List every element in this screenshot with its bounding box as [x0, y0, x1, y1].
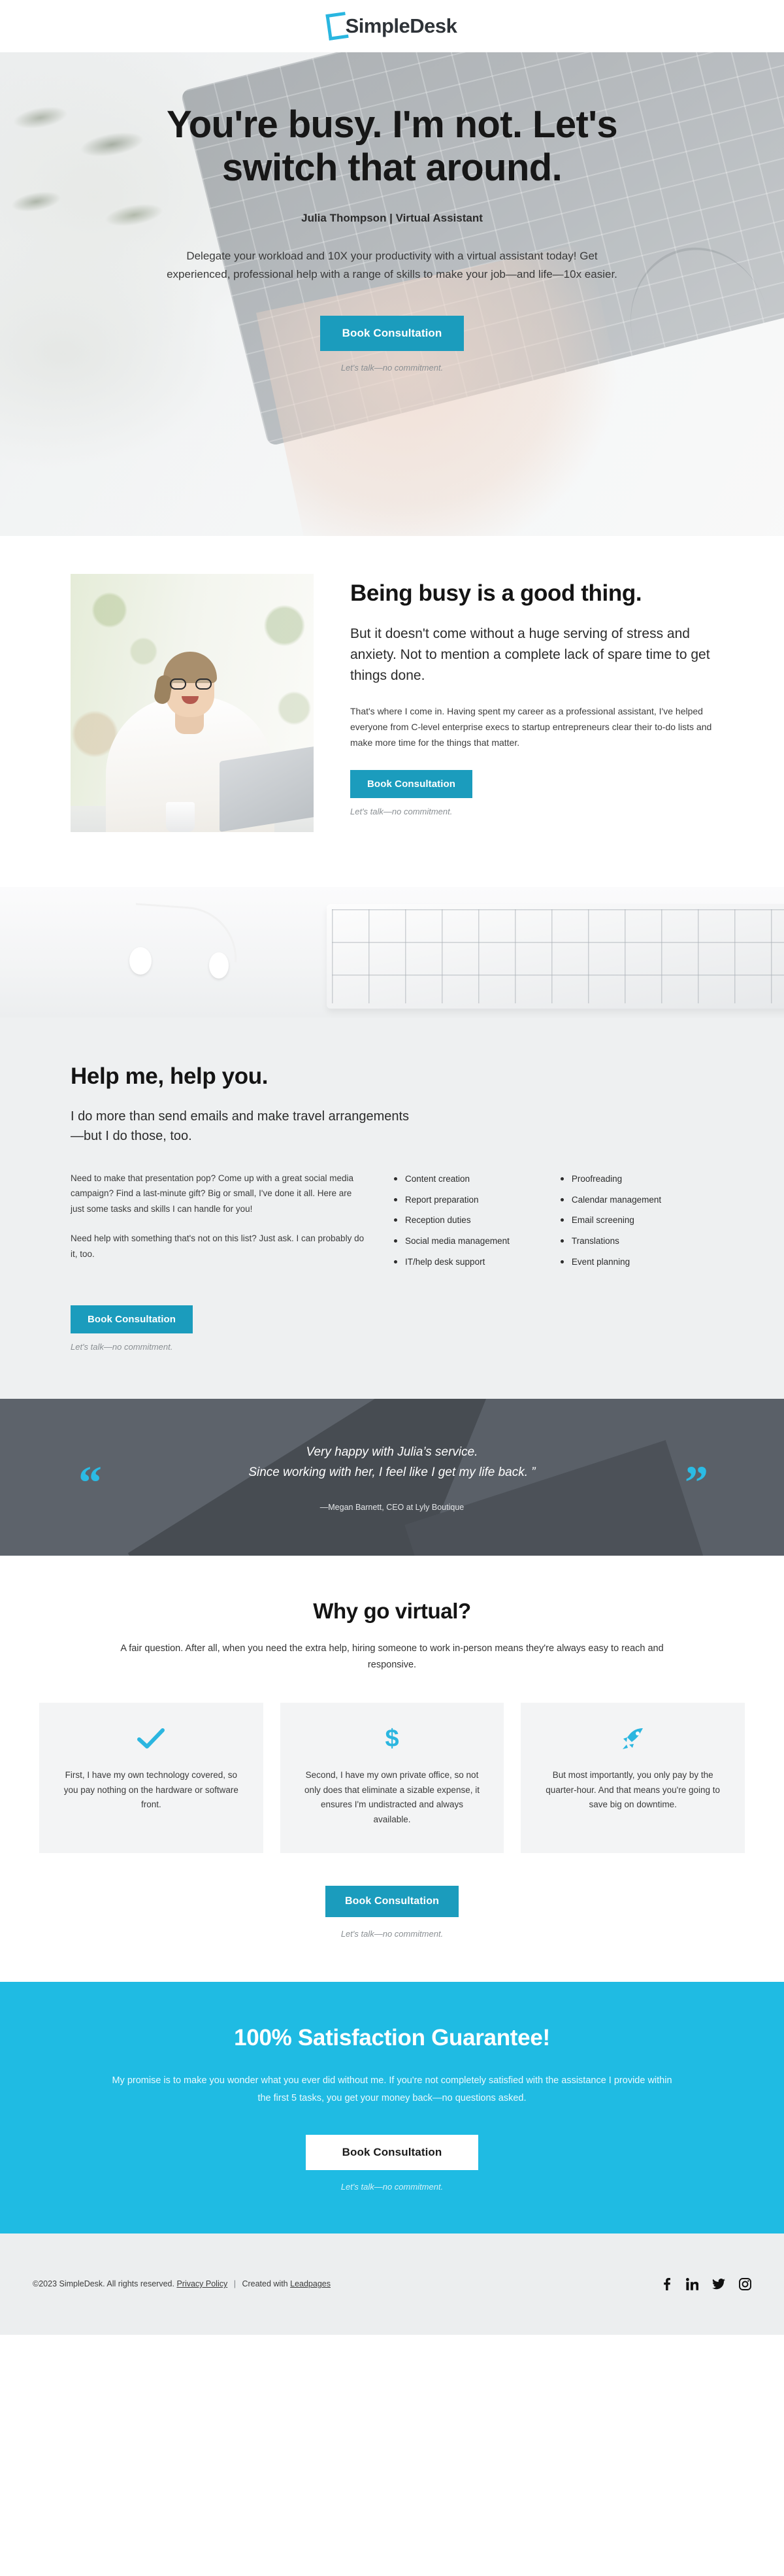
help-book-consultation-button[interactable]: Book Consultation: [71, 1305, 193, 1334]
guarantee-subtext: My promise is to make you wonder what yo…: [112, 2075, 672, 2103]
help-lead: I do more than send emails and make trav…: [71, 1109, 410, 1143]
twitter-icon[interactable]: [712, 2278, 725, 2290]
brand-logo[interactable]: SimpleDesk: [325, 12, 457, 41]
dollar-icon: $: [301, 1724, 483, 1754]
guarantee-section: 100% Satisfaction Guarantee! My promise …: [0, 1982, 784, 2233]
list-item: Report preparation: [394, 1194, 510, 1207]
hero-section: You're busy. I'm not. Let's switch that …: [0, 52, 784, 536]
leadpages-link[interactable]: Leadpages: [290, 2279, 331, 2288]
why-book-consultation-button[interactable]: Book Consultation: [325, 1886, 459, 1918]
testimonial-section: “ ” Very happy with Julia’s service. Sin…: [0, 1399, 784, 1556]
rocket-icon: [542, 1724, 724, 1754]
earbud-right-shape: [209, 952, 229, 979]
keyboard-shape: [327, 904, 784, 1009]
hero-role: Julia Thompson | Virtual Assistant: [301, 212, 483, 225]
guarantee-book-consultation-button[interactable]: Book Consultation: [305, 2134, 479, 2170]
testimonial-line-2: Since working with her, I feel like I ge…: [248, 1465, 536, 1480]
list-item: Event planning: [560, 1256, 661, 1269]
guarantee-heading: 100% Satisfaction Guarantee!: [234, 2025, 550, 2051]
assistant-portrait-image: [71, 574, 314, 832]
busy-book-consultation-button[interactable]: Book Consultation: [350, 769, 473, 798]
being-busy-section: Being busy is a good thing. But it doesn…: [0, 536, 784, 887]
why-cta-note: Let's talk—no commitment.: [340, 1929, 444, 1939]
bracket-mark-icon: [325, 12, 350, 41]
footer-created-prefix: Created with: [242, 2279, 288, 2289]
guarantee-cta-note: Let's talk—no commitment.: [340, 2181, 444, 2192]
benefit-card-text: Second, I have my own private office, so…: [304, 1770, 480, 1824]
help-heading: Help me, help you.: [71, 1063, 269, 1089]
why-virtual-section: Why go virtual? A fair question. After a…: [0, 1556, 784, 1982]
busy-cta-note: Let's talk—no commitment.: [350, 806, 453, 816]
list-item: Social media management: [394, 1235, 510, 1248]
help-section: Help me, help you. I do more than send e…: [0, 1018, 784, 1399]
site-header: SimpleDesk: [0, 0, 784, 52]
hero-headline: You're busy. I'm not. Let's switch that …: [166, 103, 618, 190]
help-cta-note: Let's talk—no commitment.: [71, 1342, 173, 1352]
being-busy-lead: But it doesn't come without a huge servi…: [350, 626, 710, 683]
social-links: [661, 2277, 751, 2290]
why-subtext: A fair question. After all, when you nee…: [120, 1643, 664, 1670]
why-heading: Why go virtual?: [313, 1599, 471, 1624]
benefit-card-text: But most importantly, you only pay by th…: [546, 1770, 721, 1810]
being-busy-heading: Being busy is a good thing.: [350, 580, 642, 606]
dollar-glyph: $: [385, 1725, 399, 1753]
list-item: IT/help desk support: [394, 1256, 510, 1269]
facebook-icon[interactable]: [661, 2277, 672, 2290]
help-paragraph-2: Need help with something that's not on t…: [71, 1233, 365, 1259]
hero-cta-note: Let's talk—no commitment.: [340, 363, 444, 373]
quote-open-icon: “: [78, 1456, 102, 1509]
earbud-left-shape: [129, 947, 152, 975]
list-item: Proofreading: [560, 1173, 661, 1186]
linkedin-icon[interactable]: [686, 2277, 698, 2290]
testimonial-line-1: Very happy with Julia’s service.: [306, 1445, 478, 1460]
benefit-card-pricing: But most importantly, you only pay by th…: [521, 1703, 745, 1854]
hero-subtext: Delegate your workload and 10X your prod…: [167, 250, 617, 280]
list-item: Content creation: [394, 1173, 510, 1186]
benefit-card-office: $ Second, I have my own private office, …: [280, 1703, 504, 1854]
being-busy-body: That's where I come in. Having spent my …: [350, 705, 712, 748]
benefit-card-technology: First, I have my own technology covered,…: [39, 1703, 263, 1854]
hero-book-consultation-button[interactable]: Book Consultation: [319, 316, 465, 352]
list-item: Reception duties: [394, 1214, 510, 1227]
keyboard-image-band: [0, 887, 784, 1018]
brand-name: SimpleDesk: [345, 14, 457, 37]
footer-separator: |: [233, 2279, 236, 2289]
list-item: Email screening: [560, 1214, 661, 1227]
list-item: Calendar management: [560, 1194, 661, 1207]
testimonial-attribution: —Megan Barnett, CEO at Lyly Boutique: [319, 1502, 465, 1512]
benefit-card-text: First, I have my own technology covered,…: [63, 1770, 238, 1810]
quote-close-icon: ”: [685, 1456, 708, 1509]
help-paragraph-1: Need to make that presentation pop? Come…: [71, 1173, 354, 1214]
privacy-policy-link[interactable]: Privacy Policy: [176, 2279, 227, 2288]
site-footer: ©2023 SimpleDesk. All rights reserved. P…: [0, 2233, 784, 2335]
list-item: Translations: [560, 1235, 661, 1248]
check-icon: [60, 1724, 242, 1754]
footer-copyright: ©2023 SimpleDesk. All rights reserved.: [33, 2279, 174, 2289]
skills-column-2: Proofreading Calendar management Email s…: [560, 1173, 661, 1277]
instagram-icon[interactable]: [739, 2277, 751, 2290]
portrait-glasses-icon: [170, 678, 212, 690]
skills-column-1: Content creation Report preparation Rece…: [394, 1173, 510, 1277]
